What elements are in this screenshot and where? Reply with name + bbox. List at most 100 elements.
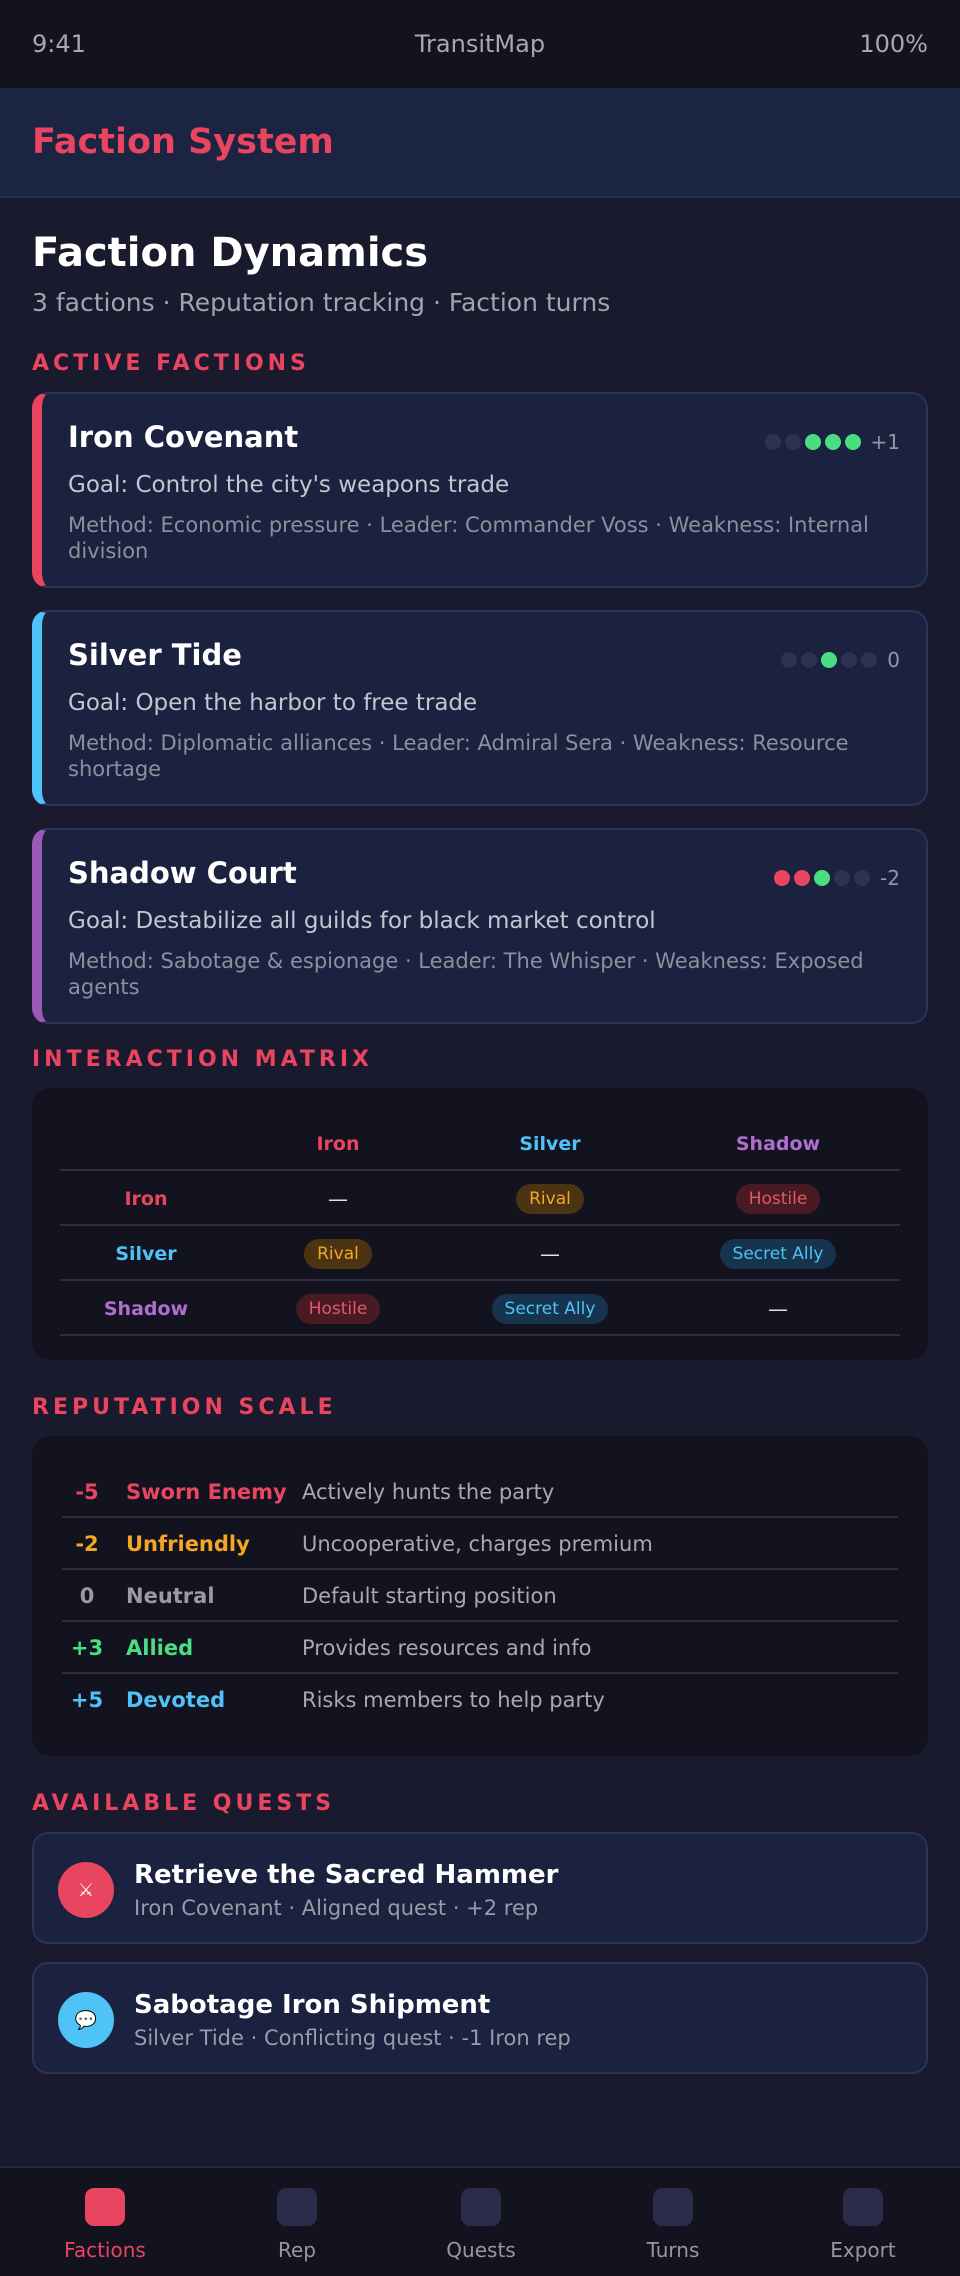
- reputation-scale-description: Uncooperative, charges premium: [302, 1532, 653, 1556]
- faction-meta: Method: Economic pressure · Leader: Comm…: [68, 513, 869, 563]
- relation-badge: Rival: [304, 1238, 372, 1269]
- reputation-dot: [861, 652, 878, 668]
- faction-meta: Method: Diplomatic alliances · Leader: A…: [68, 731, 849, 781]
- reputation-scale-value: -5: [75, 1480, 99, 1504]
- matrix-cell: Secret Ally: [656, 1226, 900, 1281]
- status-bar: 9:41 TransitMap 100%: [0, 0, 960, 88]
- interaction-matrix-panel: Iron Silver Shadow Iron — Rival Hostile Silver R…: [32, 1088, 928, 1360]
- matrix-row-label: Shadow: [103, 1297, 189, 1320]
- matrix-dash: —: [540, 1241, 560, 1266]
- reputation-dot: [841, 652, 858, 668]
- relation-badge: Secret Ally: [491, 1293, 609, 1324]
- nav-item-export[interactable]: Export: [783, 2168, 943, 2276]
- matrix-column-header: Silver: [519, 1132, 581, 1155]
- reputation-scale-value: +3: [70, 1636, 104, 1660]
- reputation-scale-row: +5 Devoted Risks members to help party: [62, 1674, 898, 1726]
- reputation-dot: [794, 870, 811, 886]
- status-app-name: TransitMap: [414, 30, 546, 58]
- page-subtitle: 3 factions · Reputation tracking · Facti…: [32, 288, 611, 317]
- quest-card[interactable]: 💬 Sabotage Iron Shipment Silver Tide · Con…: [32, 1962, 928, 2074]
- reputation-meter: +1: [764, 430, 900, 454]
- matrix-cell: Hostile: [656, 1171, 900, 1226]
- reputation-value: 0: [887, 648, 900, 672]
- nav-item-quests[interactable]: Quests: [401, 2168, 561, 2276]
- section-label-interaction-matrix: INTERACTION MATRIX: [32, 1047, 374, 1072]
- nav-label: Rep: [278, 2238, 316, 2262]
- reputation-scale-row: 0 Neutral Default starting position: [62, 1570, 898, 1622]
- matrix-cell: —: [656, 1281, 900, 1336]
- reputation-scale-value: 0: [79, 1584, 95, 1608]
- reputation-dot: [764, 434, 781, 450]
- quest-title: Retrieve the Sacred Hammer: [134, 1860, 559, 1890]
- reputation-dot: [834, 870, 851, 886]
- reputation-dot: [854, 870, 871, 886]
- reputation-scale-description: Risks members to help party: [302, 1688, 605, 1712]
- matrix-row: Iron — Rival Hostile: [60, 1171, 900, 1226]
- relation-badge: Secret Ally: [719, 1238, 837, 1269]
- matrix-cell: Hostile: [232, 1281, 444, 1336]
- matrix-row: Shadow Hostile Secret Ally —: [60, 1281, 900, 1336]
- status-time: 9:41: [32, 30, 86, 58]
- faction-goal: Goal: Open the harbor to free trade: [68, 690, 478, 716]
- faction-name: Silver Tide: [68, 638, 242, 672]
- reputation-scale-label: Neutral: [126, 1584, 215, 1608]
- section-label-available-quests: AVAILABLE QUESTS: [32, 1791, 336, 1816]
- reputation-scale-label: Allied: [126, 1636, 194, 1660]
- reputation-dot: [804, 434, 821, 450]
- reputation-scale-panel: -5 Sworn Enemy Actively hunts the party -2 U…: [32, 1436, 928, 1756]
- crossed-swords-icon: ⚔: [58, 1862, 114, 1918]
- nav-item-turns[interactable]: Turns: [593, 2168, 753, 2276]
- matrix-row-label: Iron: [124, 1187, 168, 1210]
- quest-meta: Silver Tide · Conflicting quest · -1 Iro…: [134, 2026, 571, 2050]
- matrix-column-header: Iron: [316, 1132, 360, 1155]
- reputation-value: +1: [870, 430, 900, 454]
- nav-label: Factions: [64, 2238, 146, 2262]
- matrix-cell: —: [444, 1226, 656, 1281]
- reputation-scale-row: -5 Sworn Enemy Actively hunts the party: [62, 1466, 898, 1518]
- faction-card[interactable]: Silver Tide Goal: Open the harbor to free…: [32, 610, 928, 806]
- matrix-cell: Rival: [444, 1171, 656, 1226]
- quest-card[interactable]: ⚔ Retrieve the Sacred Hammer Iron Covenant…: [32, 1832, 928, 1944]
- nav-label: Export: [830, 2238, 896, 2262]
- reputation-scale-label: Devoted: [126, 1688, 226, 1712]
- nav-item-rep[interactable]: Rep: [217, 2168, 377, 2276]
- nav-rep-icon: [277, 2188, 317, 2226]
- matrix-row-label: Silver: [115, 1242, 177, 1265]
- reputation-dot: [844, 434, 861, 450]
- faction-goal: Goal: Control the city's weapons trade: [68, 472, 510, 498]
- reputation-scale-value: +5: [70, 1688, 104, 1712]
- nav-export-icon: [843, 2188, 883, 2226]
- reputation-dot: [814, 870, 831, 886]
- faction-card[interactable]: Shadow Court Goal: Destabilize all guilds…: [32, 828, 928, 1024]
- matrix-corner: [60, 1116, 232, 1171]
- faction-card[interactable]: Iron Covenant Goal: Control the city's we…: [32, 392, 928, 588]
- nav-quests-icon: [461, 2188, 501, 2226]
- reputation-scale-row: -2 Unfriendly Uncooperative, charges premi…: [62, 1518, 898, 1570]
- reputation-scale-label: Unfriendly: [126, 1532, 250, 1556]
- reputation-scale-description: Actively hunts the party: [302, 1480, 555, 1504]
- relation-badge: Rival: [516, 1183, 584, 1214]
- matrix-header-row: Iron Silver Shadow: [60, 1116, 900, 1171]
- reputation-dot: [821, 652, 838, 668]
- reputation-dot: [774, 870, 791, 886]
- reputation-meter: 0: [781, 648, 900, 672]
- nav-turns-icon: [653, 2188, 693, 2226]
- page-title: Faction Dynamics: [32, 230, 429, 276]
- matrix-dash: —: [768, 1296, 788, 1321]
- interaction-matrix: Iron Silver Shadow Iron — Rival Hostile Silver R…: [60, 1116, 900, 1336]
- faction-meta: Method: Sabotage & espionage · Leader: T…: [68, 949, 864, 999]
- quest-meta: Iron Covenant · Aligned quest · +2 rep: [134, 1896, 539, 1920]
- reputation-scale-description: Default starting position: [302, 1584, 557, 1608]
- relation-badge: Hostile: [295, 1293, 381, 1324]
- reputation-scale-description: Provides resources and info: [302, 1636, 592, 1660]
- nav-factions-icon: [85, 2188, 125, 2226]
- matrix-row: Silver Rival — Secret Ally: [60, 1226, 900, 1281]
- nav-item-factions[interactable]: Factions: [25, 2168, 185, 2276]
- reputation-dot: [801, 652, 818, 668]
- quest-title: Sabotage Iron Shipment: [134, 1990, 491, 2020]
- faction-goal: Goal: Destabilize all guilds for black m…: [68, 908, 656, 934]
- matrix-dash: —: [328, 1186, 348, 1211]
- matrix-cell: Rival: [232, 1226, 444, 1281]
- nav-label: Quests: [446, 2238, 516, 2262]
- matrix-cell: —: [232, 1171, 444, 1226]
